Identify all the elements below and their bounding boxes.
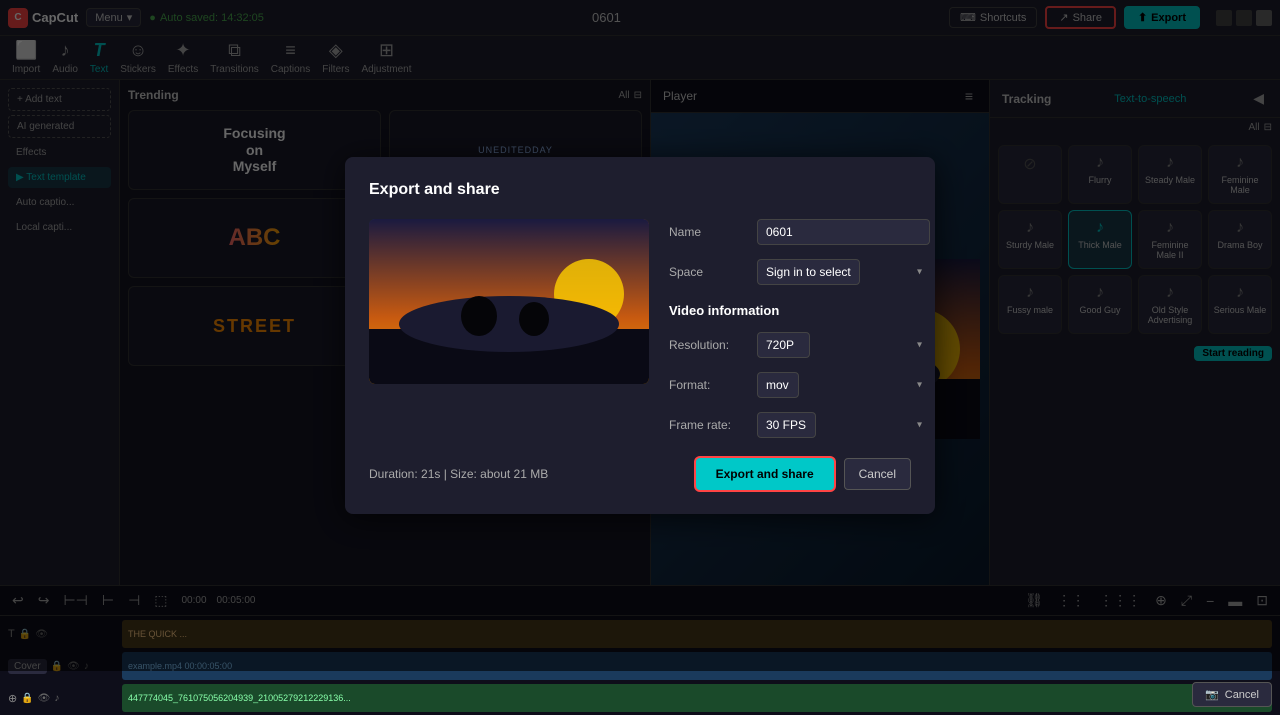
audio-icon[interactable]: ♪ xyxy=(54,693,59,704)
chevron-down-icon: ▾ xyxy=(917,267,922,278)
frame-rate-select-wrapper: 24 FPS 30 FPS 60 FPS ▾ xyxy=(757,412,930,438)
name-label: Name xyxy=(669,225,749,239)
resolution-select-wrapper: 720P 1080P 4K ▾ xyxy=(757,332,930,358)
modal-actions: Export and share Cancel xyxy=(696,458,911,490)
chevron-down-icon: ▾ xyxy=(917,340,922,351)
modal-cancel-button[interactable]: Cancel xyxy=(844,458,911,490)
audio-track-content[interactable]: 447774045_761075056204939_21005279212229… xyxy=(122,684,1272,712)
duration-info: Duration: 21s | Size: about 21 MB xyxy=(369,467,548,481)
modal-overlay: Export and share xyxy=(0,0,1280,671)
resolution-field-row: Resolution: 720P 1080P 4K ▾ xyxy=(669,332,930,358)
modal-title: Export and share xyxy=(369,181,911,199)
space-select-wrapper: Sign in to select ▾ xyxy=(757,259,930,285)
cancel-overlay-button[interactable]: 📷 Cancel xyxy=(1192,682,1272,707)
modal-body: Name Space Sign in to select ▾ Video inf… xyxy=(369,219,911,438)
name-field-row: Name xyxy=(669,219,930,245)
format-field-row: Format: mov mp4 avi ▾ xyxy=(669,372,930,398)
space-field-row: Space Sign in to select ▾ xyxy=(669,259,930,285)
space-label: Space xyxy=(669,265,749,279)
format-select-wrapper: mov mp4 avi ▾ xyxy=(757,372,930,398)
chevron-down-icon: ▾ xyxy=(917,380,922,391)
audio-track-icon: ⊕ xyxy=(8,692,17,705)
lock-icon[interactable]: 🔒 xyxy=(21,693,33,704)
eye-icon[interactable]: 👁 xyxy=(38,693,51,704)
resolution-select[interactable]: 720P 1080P 4K xyxy=(757,332,810,358)
video-info-title: Video information xyxy=(669,303,930,318)
resolution-label: Resolution: xyxy=(669,338,749,352)
video-camera-icon: 📷 xyxy=(1205,688,1219,701)
format-label: Format: xyxy=(669,378,749,392)
audio-track-controls: ⊕ 🔒 👁 ♪ xyxy=(8,692,118,705)
preview-image xyxy=(369,219,649,384)
format-select[interactable]: mov mp4 avi xyxy=(757,372,799,398)
name-input[interactable] xyxy=(757,219,930,245)
space-select[interactable]: Sign in to select xyxy=(757,259,860,285)
chevron-down-icon: ▾ xyxy=(917,420,922,431)
modal-footer: Duration: 21s | Size: about 21 MB Export… xyxy=(369,458,911,490)
modal-preview xyxy=(369,219,649,384)
frame-rate-label: Frame rate: xyxy=(669,418,749,432)
frame-rate-select[interactable]: 24 FPS 30 FPS 60 FPS xyxy=(757,412,816,438)
audio-track-row: ⊕ 🔒 👁 ♪ 447774045_761075056204939_210052… xyxy=(8,684,1272,712)
export-modal: Export and share xyxy=(345,157,935,514)
modal-fields: Name Space Sign in to select ▾ Video inf… xyxy=(669,219,930,438)
frame-rate-field-row: Frame rate: 24 FPS 30 FPS 60 FPS ▾ xyxy=(669,412,930,438)
export-share-button[interactable]: Export and share xyxy=(696,458,834,490)
